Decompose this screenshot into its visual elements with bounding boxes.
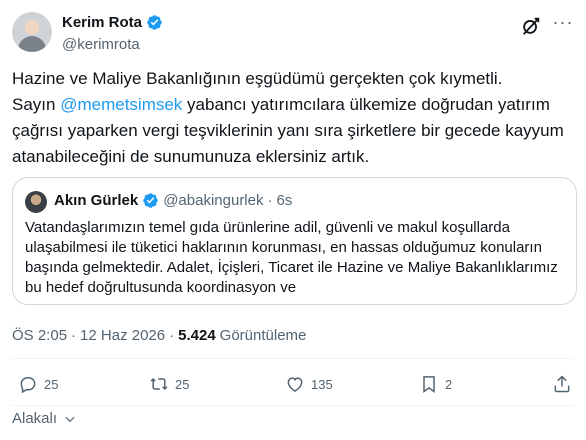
reply-button[interactable]: 25 — [18, 374, 58, 394]
like-count: 135 — [311, 376, 333, 392]
author-display-name[interactable]: Kerim Rota — [62, 14, 142, 31]
meta-separator: · — [169, 327, 175, 344]
divider — [12, 358, 574, 359]
tweet-line-2-prefix: Sayın — [12, 95, 61, 114]
repost-count: 25 — [175, 376, 190, 392]
share-button[interactable] — [552, 374, 572, 394]
views-label: Görüntüleme — [219, 327, 307, 344]
more-icon[interactable]: ··· — [552, 13, 574, 37]
quoted-separator: · — [267, 192, 273, 209]
tweet-line-1: Hazine ve Maliye Bakanlığının eşgüdümü g… — [12, 69, 503, 88]
bookmark-count: 2 — [445, 376, 453, 392]
meta-separator: · — [71, 327, 77, 344]
quoted-tweet-text: Vatandaşlarımızın temel gıda ürünlerine … — [25, 219, 558, 296]
views-count: 5.424 — [178, 327, 216, 344]
divider — [12, 405, 574, 406]
author-avatar[interactable] — [12, 12, 52, 52]
like-icon — [287, 377, 303, 392]
quoted-timestamp: 6s — [276, 192, 293, 209]
reply-icon — [20, 377, 36, 394]
quoted-tweet-header: Akın Gürlek @abakingurlek · 6s — [54, 192, 292, 209]
repost-button[interactable]: 25 — [149, 374, 189, 394]
tweet-meta: ÖS 2:05 · 12 Haz 2026 · 5.424 Görüntülem… — [12, 327, 306, 344]
tweet-text: Hazine ve Maliye Bakanlığının eşgüdümü g… — [12, 66, 578, 170]
reply-count: 25 — [44, 376, 59, 392]
reply-sort-dropdown[interactable]: Alakalı — [12, 410, 77, 427]
verified-badge-icon — [143, 193, 158, 208]
quoted-author-avatar — [25, 191, 47, 213]
quoted-tweet[interactable]: Akın Gürlek @abakingurlek · 6s Vatandaşl… — [12, 177, 577, 305]
quoted-author-name: Akın Gürlek — [54, 192, 139, 209]
verified-badge-icon — [147, 15, 162, 30]
author-handle[interactable]: @kerimrota — [62, 36, 140, 53]
like-button[interactable]: 135 — [285, 374, 333, 394]
mention-link[interactable]: @memetsimsek — [60, 95, 182, 114]
author-name-row[interactable]: Kerim Rota — [62, 14, 163, 31]
bookmark-icon — [423, 376, 435, 393]
quoted-author-handle: @abakingurlek — [163, 192, 264, 209]
bookmark-button[interactable]: 2 — [419, 374, 452, 394]
action-bar: 25 25 135 2 — [12, 370, 574, 402]
grok-icon[interactable] — [520, 15, 542, 37]
tweet-date[interactable]: 12 Haz 2026 — [80, 327, 165, 344]
reply-sort-label: Alakalı — [12, 410, 58, 427]
tweet-time[interactable]: ÖS 2:05 — [12, 327, 67, 344]
tweet-header: Kerim Rota @kerimrota ··· — [12, 9, 574, 57]
repost-icon — [150, 377, 168, 391]
chevron-down-icon — [65, 416, 75, 422]
share-icon — [554, 375, 570, 393]
